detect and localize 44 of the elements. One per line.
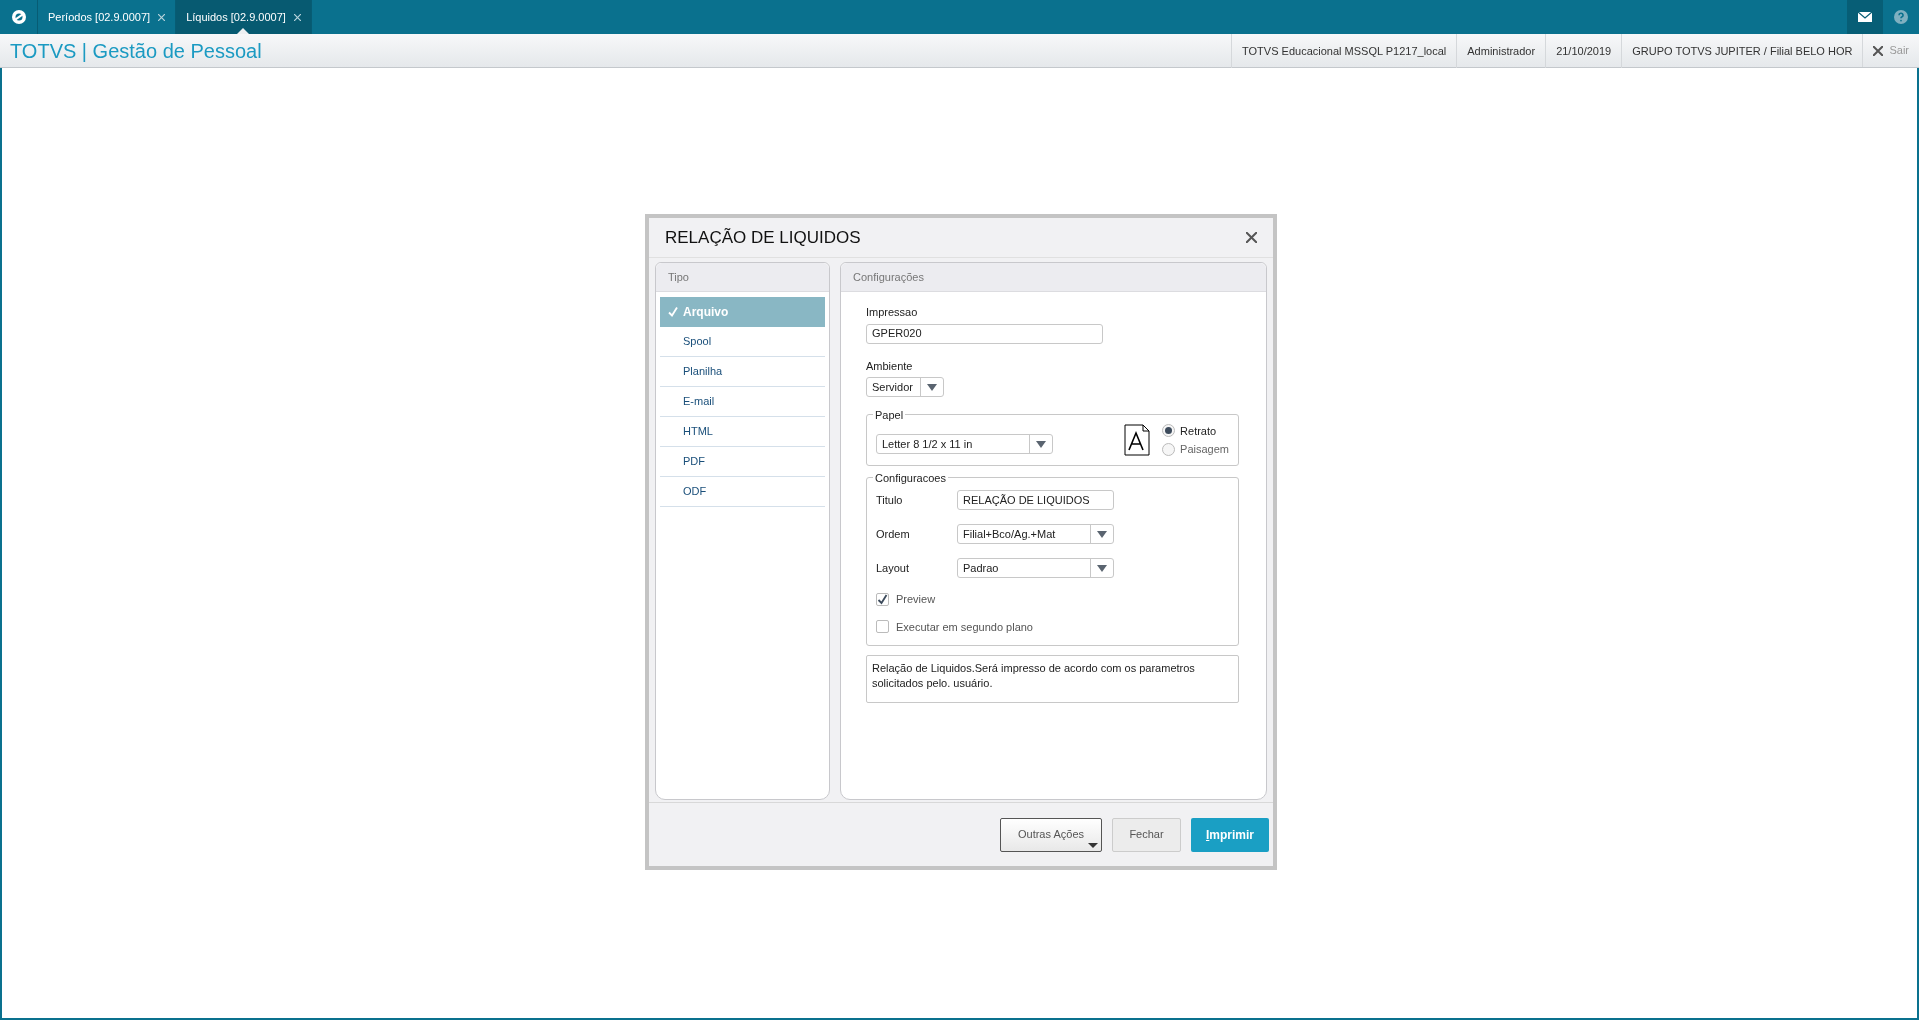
description-box: Relação de Liquidos.Será impresso de acordo com os parametros solicitados pelo. usuário. [866, 655, 1239, 703]
field-label: Ambiente [866, 358, 914, 374]
page-icon [1124, 424, 1151, 456]
dropdown[interactable]: Filial+Bco/Ag.+Mat [957, 524, 1114, 544]
input-field[interactable]: GPER020 [866, 323, 1103, 344]
header-info: 21/10/2019 [1545, 33, 1622, 68]
checkbox[interactable]: Executar em segundo plano [876, 618, 1229, 635]
header-info: GRUPO TOTVS JUPITER / Filial BELO HOR [1621, 33, 1863, 68]
app-title: TOTVS | Gestão de Pessoal [9, 38, 262, 64]
tab[interactable]: Líquidos [02.9.0007] [176, 0, 312, 34]
panel-heading: Tipo [668, 269, 689, 285]
field-label: Ordem [876, 526, 911, 542]
dropdown[interactable]: Servidor [866, 377, 944, 397]
field-label: Impressao [866, 305, 919, 320]
dialog-title: RELAÇÃO DE LIQUIDOS [665, 226, 862, 249]
check-icon [877, 593, 888, 605]
dropdown-arrow-icon [1036, 440, 1046, 448]
mail-icon[interactable] [1858, 12, 1872, 22]
type-item[interactable]: PDF [660, 447, 825, 477]
dropdown[interactable]: Letter 8 1/2 x 11 in [876, 434, 1053, 454]
type-item[interactable]: HTML [660, 417, 825, 447]
close-icon[interactable] [1246, 232, 1257, 243]
input-field[interactable]: RELAÇÃO DE LIQUIDOS [957, 490, 1114, 510]
orientation-radio[interactable]: Retrato [1162, 422, 1229, 439]
dropdown-arrow-icon [927, 383, 937, 391]
checkbox[interactable]: Preview [876, 591, 1229, 608]
more-actions-button[interactable]: Outras Ações [1000, 817, 1102, 852]
check-icon [668, 307, 678, 317]
panel-heading: Configurações [853, 269, 924, 285]
type-item[interactable]: E-mail [660, 387, 825, 417]
type-item[interactable]: Spool [660, 327, 825, 357]
orientation-radio[interactable]: Paisagem [1162, 441, 1229, 458]
logo-icon[interactable] [10, 9, 27, 25]
field-label: Layout [876, 560, 911, 576]
type-item[interactable]: Planilha [660, 357, 825, 387]
close-icon [1873, 45, 1884, 56]
dropdown-arrow-icon [1097, 564, 1107, 572]
header-info: Administrador [1456, 33, 1546, 68]
type-item[interactable]: ODF [660, 477, 825, 507]
dropdown-arrow-icon [1097, 530, 1107, 538]
field-label: Titulo [876, 492, 904, 508]
header-info: TOTVS Educacional MSSQL P1217_local [1231, 33, 1457, 68]
close-button[interactable]: Fechar [1112, 817, 1181, 852]
dropdown[interactable]: Padrao [957, 558, 1114, 578]
